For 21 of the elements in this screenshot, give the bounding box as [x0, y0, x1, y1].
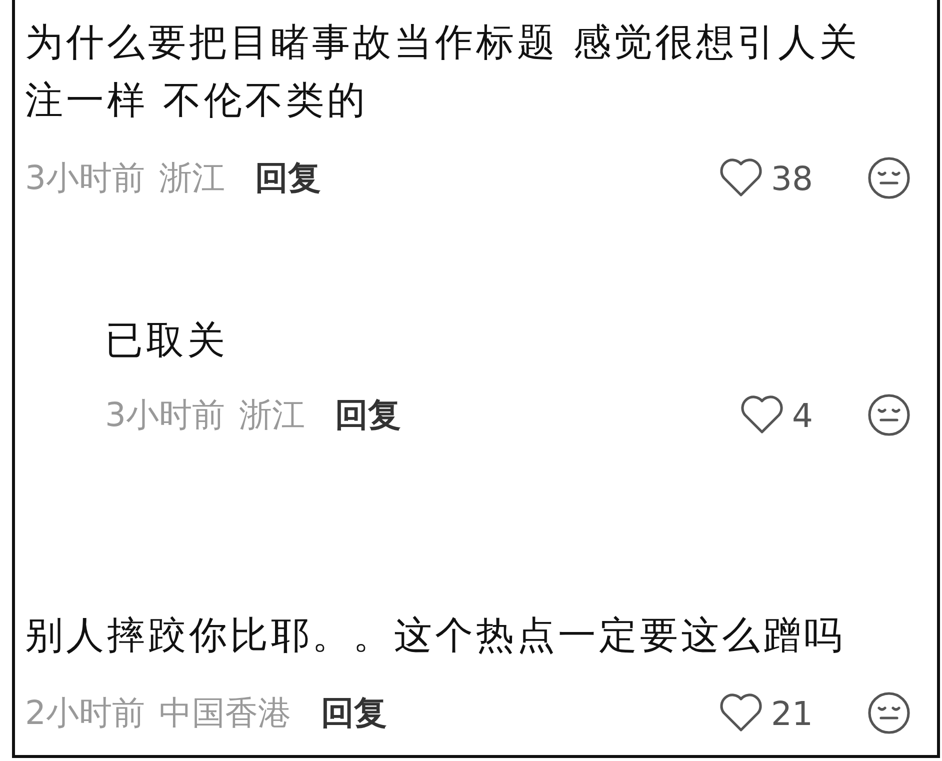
like-count: 38 [771, 158, 813, 198]
comment-time: 3小时前 [25, 156, 145, 198]
heart-icon[interactable] [719, 693, 763, 733]
comment-location: 浙江 [239, 394, 305, 436]
comment-location: 中国香港 [159, 692, 291, 734]
neutral-face-icon[interactable] [867, 156, 911, 200]
comment-text: 已取关 [105, 317, 229, 364]
like-count: 21 [771, 694, 813, 732]
neutral-face-icon[interactable] [867, 691, 911, 735]
heart-icon[interactable] [740, 395, 784, 435]
heart-icon[interactable] [719, 158, 763, 198]
comment-time: 3小时前 [105, 394, 225, 436]
comment-time: 2小时前 [25, 692, 145, 734]
reply-link[interactable]: 回复 [335, 392, 401, 438]
comment-text: 为什么要把目睹事故当作标题 感觉很想引人关注一样 不伦不类的 [25, 19, 862, 124]
comment-text: 别人摔跤你比耶。。这个热点一定要这么蹭吗 [25, 612, 846, 659]
comment-location: 浙江 [159, 156, 225, 198]
reply-link[interactable]: 回复 [255, 156, 321, 200]
neutral-face-icon[interactable] [867, 393, 911, 437]
like-count: 4 [792, 396, 813, 434]
reply-link[interactable]: 回复 [321, 690, 387, 736]
